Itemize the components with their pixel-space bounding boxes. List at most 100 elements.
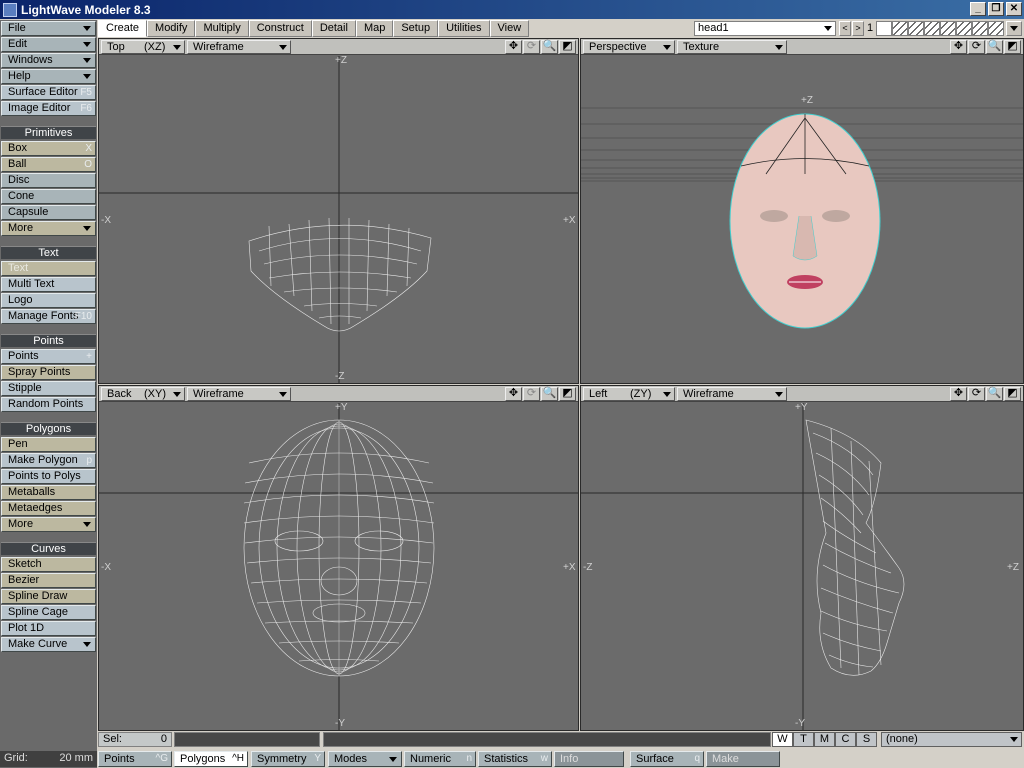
viewport-perspective[interactable]: Perspective Texture ✥ ⟳ 🔍 ◩ +Z (580, 38, 1024, 384)
layer-4-button[interactable] (924, 21, 940, 36)
zoom-icon[interactable]: 🔍 (986, 40, 1003, 54)
view-type-select[interactable]: Left (ZY) (583, 386, 675, 401)
maximize-viewport-icon[interactable]: ◩ (559, 387, 576, 401)
disc-button[interactable]: Disc (1, 173, 96, 188)
surface-editor-button[interactable]: Surface Editor F5 (1, 85, 96, 100)
help-menu[interactable]: Help (1, 69, 96, 84)
tab-utilities[interactable]: Utilities (438, 20, 490, 37)
texture-map-button[interactable]: T (793, 732, 814, 747)
pan-icon[interactable]: ✥ (950, 40, 967, 54)
morph-map-button[interactable]: M (814, 732, 835, 747)
maximize-button[interactable]: ❐ (988, 2, 1004, 16)
minimize-button[interactable]: _ (970, 2, 986, 16)
layer-2-button[interactable] (892, 21, 908, 36)
cone-button[interactable]: Cone (1, 189, 96, 204)
statistics-button[interactable]: Statistics w (478, 751, 552, 767)
polygons-mode-label: Polygons (180, 753, 226, 765)
layer-menu-button[interactable] (1006, 21, 1022, 36)
points-button[interactable]: Points + (1, 349, 96, 364)
spline-draw-button[interactable]: Spline Draw (1, 589, 96, 604)
vmap-select[interactable]: (none) (881, 732, 1022, 747)
layer-1-button[interactable] (876, 21, 892, 36)
multi-text-button[interactable]: Multi Text (1, 277, 96, 292)
rotate-icon[interactable]: ⟳ (523, 387, 540, 401)
points-to-polys-button[interactable]: Points to Polys (1, 469, 96, 484)
tab-create[interactable]: Create (98, 20, 148, 37)
polygons-more-button[interactable]: More (1, 517, 96, 532)
next-layer-button[interactable]: > (852, 21, 864, 36)
view-type-select[interactable]: Perspective (583, 39, 675, 54)
symmetry-button[interactable]: Symmetry Y (251, 751, 325, 767)
file-menu[interactable]: File (1, 21, 96, 36)
make-polygon-button[interactable]: Make Polygon p (1, 453, 96, 468)
metaedges-button[interactable]: Metaedges (1, 501, 96, 516)
image-editor-button[interactable]: Image Editor F6 (1, 101, 96, 116)
bezier-button[interactable]: Bezier (1, 573, 96, 588)
manage-fonts-button[interactable]: Manage Fonts F10 (1, 309, 96, 324)
render-mode-select[interactable]: Wireframe (677, 386, 787, 401)
chevron-down-icon (83, 74, 91, 79)
layer-7-button[interactable] (972, 21, 988, 36)
metaballs-button[interactable]: Metaballs (1, 485, 96, 500)
object-select[interactable]: head1 (694, 21, 836, 36)
layer-3-button[interactable] (908, 21, 924, 36)
render-mode-label: Wireframe (683, 387, 734, 400)
surface-button[interactable]: Surface q (630, 751, 704, 767)
make-curve-button[interactable]: Make Curve (1, 637, 96, 652)
capsule-button[interactable]: Capsule (1, 205, 96, 220)
random-points-button[interactable]: Random Points (1, 397, 96, 412)
stipple-button[interactable]: Stipple (1, 381, 96, 396)
primitives-more-button[interactable]: More (1, 221, 96, 236)
weight-map-button[interactable]: W (772, 732, 793, 747)
maximize-viewport-icon[interactable]: ◩ (1004, 387, 1021, 401)
chevron-down-icon (1010, 26, 1018, 31)
tab-modify[interactable]: Modify (147, 20, 196, 37)
zoom-icon[interactable]: 🔍 (541, 40, 558, 54)
prev-layer-button[interactable]: < (839, 21, 851, 36)
rotate-icon[interactable]: ⟳ (968, 40, 985, 54)
layer-5-button[interactable] (940, 21, 956, 36)
ball-button[interactable]: Ball O (1, 157, 96, 172)
tab-view[interactable]: View (489, 20, 530, 37)
close-button[interactable]: ✕ (1006, 2, 1022, 16)
render-mode-select[interactable]: Texture (677, 39, 787, 54)
render-mode-select[interactable]: Wireframe (187, 386, 291, 401)
plot-1d-button[interactable]: Plot 1D (1, 621, 96, 636)
polygons-mode-button[interactable]: Polygons ^H (174, 751, 248, 767)
zoom-icon[interactable]: 🔍 (986, 387, 1003, 401)
viewport-back[interactable]: Back (XY) Wireframe ✥ ⟳ 🔍 ◩ +Y -Y -X +X (98, 385, 579, 731)
viewport-top[interactable]: Top (XZ) Wireframe ✥ ⟳ 🔍 ◩ +Z -Z -X +X (98, 38, 579, 384)
modes-menu[interactable]: Modes (328, 751, 402, 767)
render-mode-select[interactable]: Wireframe (187, 39, 291, 54)
rotate-icon[interactable]: ⟳ (968, 387, 985, 401)
layer-6-button[interactable] (956, 21, 972, 36)
zoom-icon[interactable]: 🔍 (541, 387, 558, 401)
tab-detail[interactable]: Detail (311, 20, 356, 37)
maximize-viewport-icon[interactable]: ◩ (1004, 40, 1021, 54)
logo-button[interactable]: Logo (1, 293, 96, 308)
edit-menu[interactable]: Edit (1, 37, 96, 52)
tab-setup[interactable]: Setup (393, 20, 439, 37)
rotate-icon[interactable]: ⟳ (523, 40, 540, 54)
pan-icon[interactable]: ✥ (505, 40, 522, 54)
tab-map[interactable]: Map (355, 20, 394, 37)
spline-cage-button[interactable]: Spline Cage (1, 605, 96, 620)
sketch-button[interactable]: Sketch (1, 557, 96, 572)
tab-construct[interactable]: Construct (248, 20, 312, 37)
pan-icon[interactable]: ✥ (950, 387, 967, 401)
windows-menu[interactable]: Windows (1, 53, 96, 68)
view-type-select[interactable]: Back (XY) (101, 386, 185, 401)
color-map-button[interactable]: C (835, 732, 856, 747)
selection-set-button[interactable]: S (856, 732, 877, 747)
box-button[interactable]: Box X (1, 141, 96, 156)
spray-points-button[interactable]: Spray Points (1, 365, 96, 380)
maximize-viewport-icon[interactable]: ◩ (559, 40, 576, 54)
view-type-select[interactable]: Top (XZ) (101, 39, 185, 54)
tab-multiply[interactable]: Multiply (195, 20, 249, 37)
layer-8-button[interactable] (988, 21, 1004, 36)
viewport-left[interactable]: Left (ZY) Wireframe ✥ ⟳ 🔍 ◩ +Y -Y -Z +Z (580, 385, 1024, 731)
pan-icon[interactable]: ✥ (505, 387, 522, 401)
numeric-button[interactable]: Numeric n (404, 751, 476, 767)
pen-button[interactable]: Pen (1, 437, 96, 452)
points-mode-button[interactable]: Points ^G (98, 751, 172, 767)
